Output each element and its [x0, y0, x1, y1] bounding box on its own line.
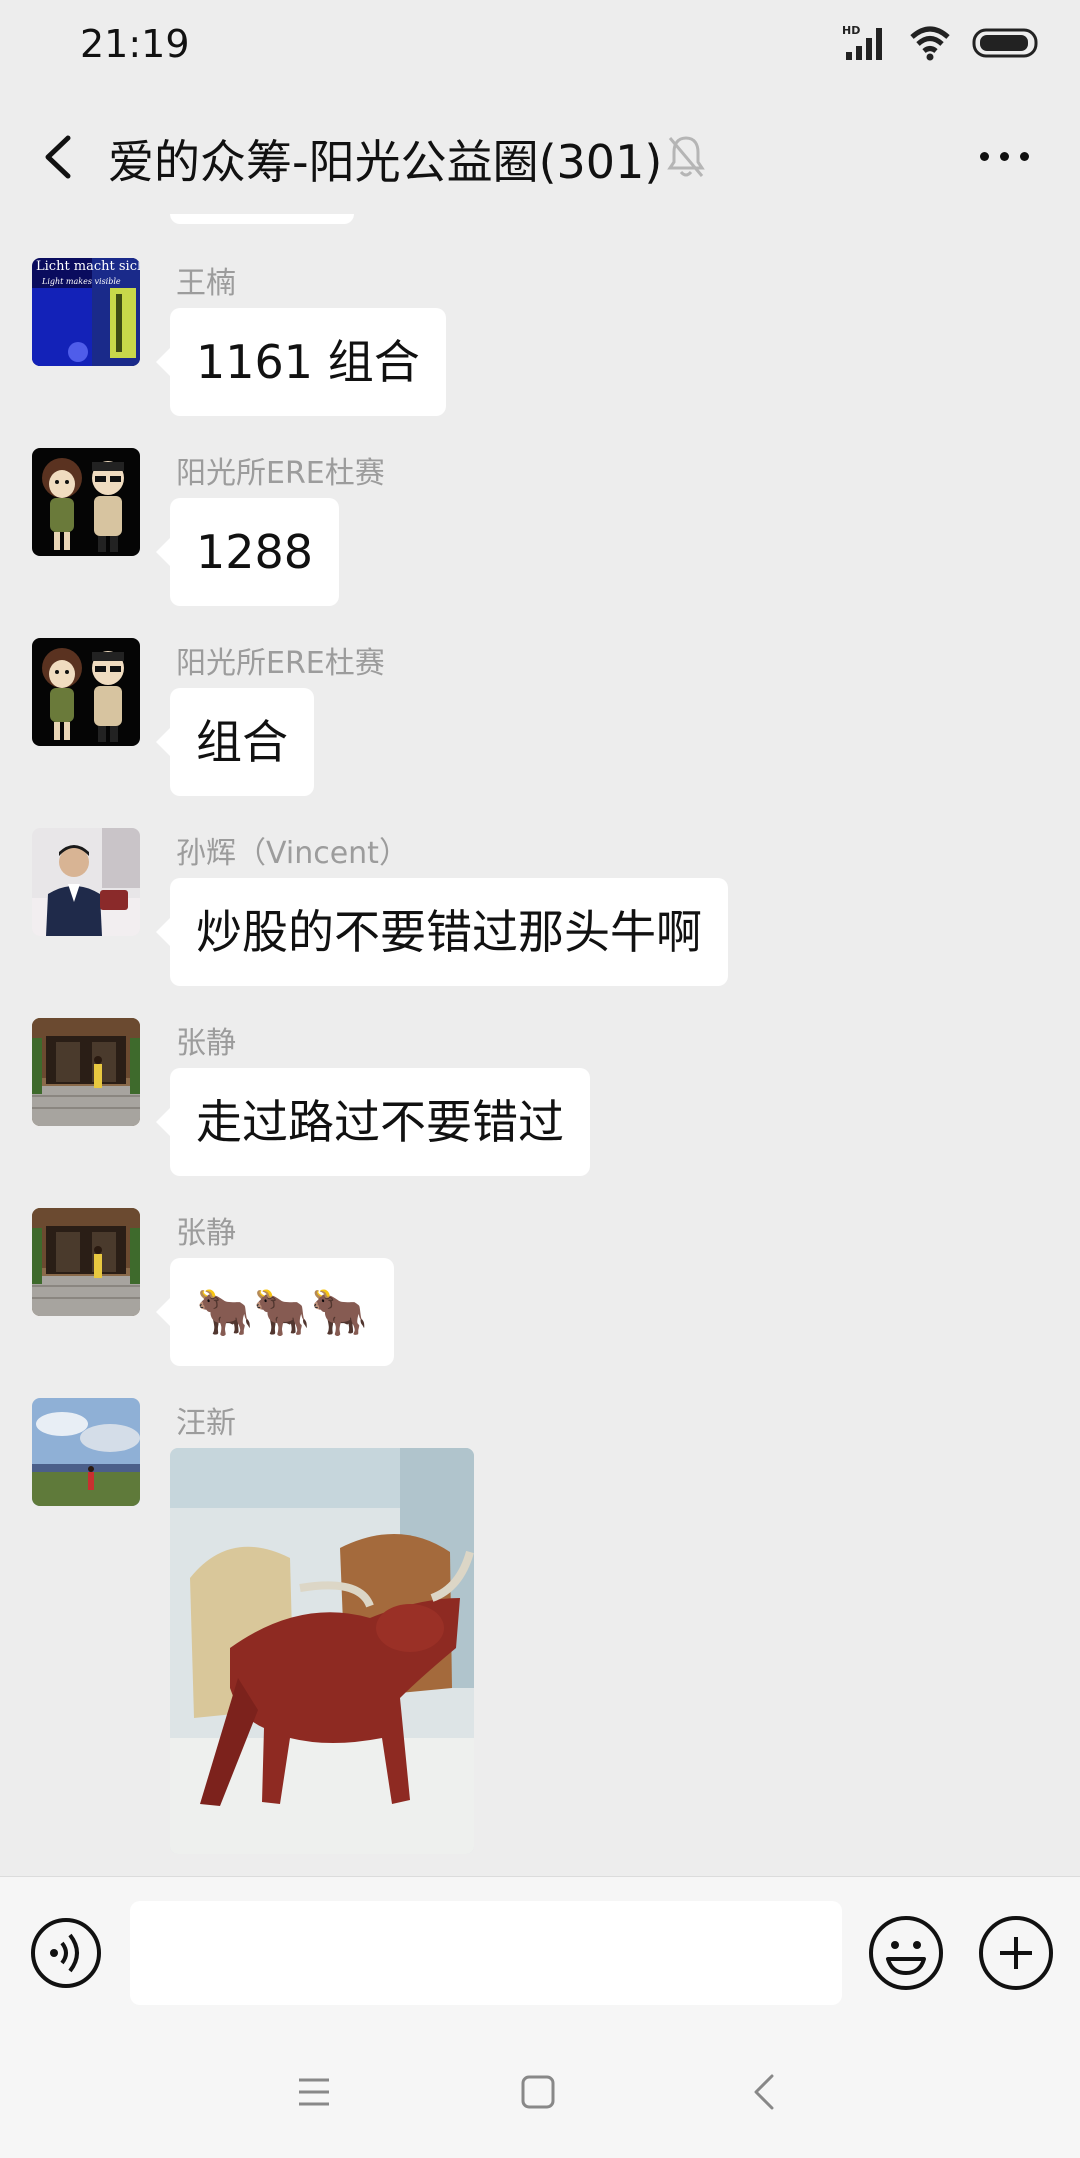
status-bar: 21:19 HD [0, 0, 1080, 92]
avatar-subtext: Light makes visible [41, 277, 121, 286]
message-bubble[interactable]: 炒股的不要错过那头牛啊 [156, 878, 728, 986]
voice-input-button[interactable] [30, 1917, 102, 1989]
more-functions-button[interactable] [978, 1915, 1054, 1991]
sender-name: 汪新 [176, 1406, 236, 1441]
home-icon[interactable] [520, 2072, 556, 2112]
sender-name: 张静 [176, 1026, 236, 1061]
message-bubble[interactable]: 1161 组合 [156, 308, 446, 416]
mute-bell-icon [667, 136, 705, 177]
sender-name: 孙辉（Vincent） [176, 836, 409, 871]
status-time: 21:19 [80, 22, 190, 66]
back-button[interactable] [34, 122, 84, 192]
man-in-suit-avatar[interactable] [32, 828, 140, 936]
avatar-text: Licht macht sichtbar [36, 259, 140, 274]
sender-name: 张静 [176, 1216, 236, 1251]
signal-icon: HD [842, 24, 882, 60]
system-back-icon[interactable] [752, 2070, 776, 2114]
chat-header: 爱的众筹-阳光公益圈(301) [0, 92, 1080, 220]
doorway-photo-avatar[interactable] [32, 1018, 140, 1126]
message-text-input[interactable] [130, 1901, 842, 2005]
emoji-button[interactable] [868, 1915, 944, 1991]
message-input-bar [0, 1876, 1080, 2027]
recent-apps-icon[interactable] [296, 2072, 332, 2112]
sender-name: 阳光所ERE杜赛 [176, 646, 385, 681]
doorway-photo-avatar[interactable] [32, 1208, 140, 1316]
system-nav-bar [0, 2026, 1080, 2158]
message-bubble[interactable]: 走过路过不要错过 [156, 1068, 590, 1176]
wifi-icon [910, 26, 950, 61]
cartoon-couple-avatar[interactable] [32, 638, 140, 746]
field-landscape-avatar[interactable] [32, 1398, 140, 1506]
cartoon-couple-avatar[interactable] [32, 448, 140, 556]
status-icons: HD [842, 24, 1042, 62]
message-bubble[interactable]: 🐂🐂🐂 [156, 1258, 394, 1366]
red-bull-figurine-photo[interactable] [170, 1448, 474, 1854]
sender-name: 王楠 [176, 266, 236, 301]
more-options-button[interactable] [970, 128, 1040, 184]
previous-message-bubble [170, 214, 354, 224]
hd-label: HD [842, 24, 860, 37]
chat-messages[interactable]: Licht macht sichtbar Light makes visible… [0, 214, 1080, 1874]
chat-title: 爱的众筹-阳光公益圈(301) [108, 135, 663, 189]
message-bubble[interactable]: 组合 [156, 688, 314, 796]
light-art-avatar[interactable]: Licht macht sichtbar Light makes visible [32, 258, 140, 366]
sender-name: 阳光所ERE杜赛 [176, 456, 385, 491]
battery-icon [972, 28, 1038, 58]
message-bubble[interactable]: 1288 [155, 498, 340, 606]
